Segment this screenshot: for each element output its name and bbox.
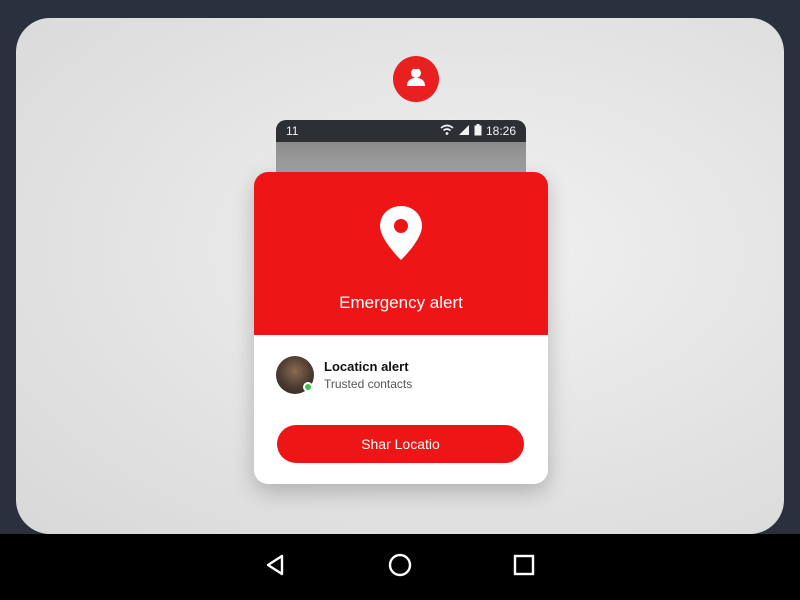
contact-avatar	[276, 356, 314, 394]
back-button[interactable]	[258, 550, 292, 584]
home-button[interactable]	[383, 550, 417, 584]
recents-button[interactable]	[507, 550, 541, 584]
phone-status-bar: 11 18:26	[276, 120, 526, 142]
status-right-group: 18:26	[440, 123, 516, 139]
contact-row[interactable]: Locaticn alert Trusted contacts	[276, 356, 412, 394]
alert-header: Emergency alert	[254, 172, 548, 335]
android-navigation-bar	[0, 534, 800, 600]
alert-title: Emergency alert	[339, 293, 463, 312]
wifi-icon	[440, 124, 454, 139]
contact-subtitle: Trusted contacts	[324, 377, 413, 391]
background-panel: 11 18:26 Emergency alert Locaticn alert …	[16, 18, 784, 534]
status-left-text: 11	[286, 124, 299, 138]
back-icon	[263, 553, 287, 582]
emergency-alert-card: Emergency alert Locaticn alert Trusted c…	[254, 172, 548, 484]
contact-text: Locaticn alert Trusted contacts	[324, 359, 412, 391]
recents-icon	[512, 553, 536, 582]
online-status-dot	[303, 382, 313, 392]
status-time: 18:26	[485, 124, 516, 138]
contact-title: Locaticn alert	[324, 359, 409, 374]
signal-icon	[458, 124, 470, 139]
person-icon	[403, 64, 429, 95]
home-icon	[387, 552, 413, 583]
location-pin-icon	[378, 204, 424, 267]
user-profile-badge[interactable]	[393, 56, 439, 102]
share-location-button[interactable]: Shar Locatio	[277, 425, 524, 463]
battery-icon	[474, 123, 482, 139]
